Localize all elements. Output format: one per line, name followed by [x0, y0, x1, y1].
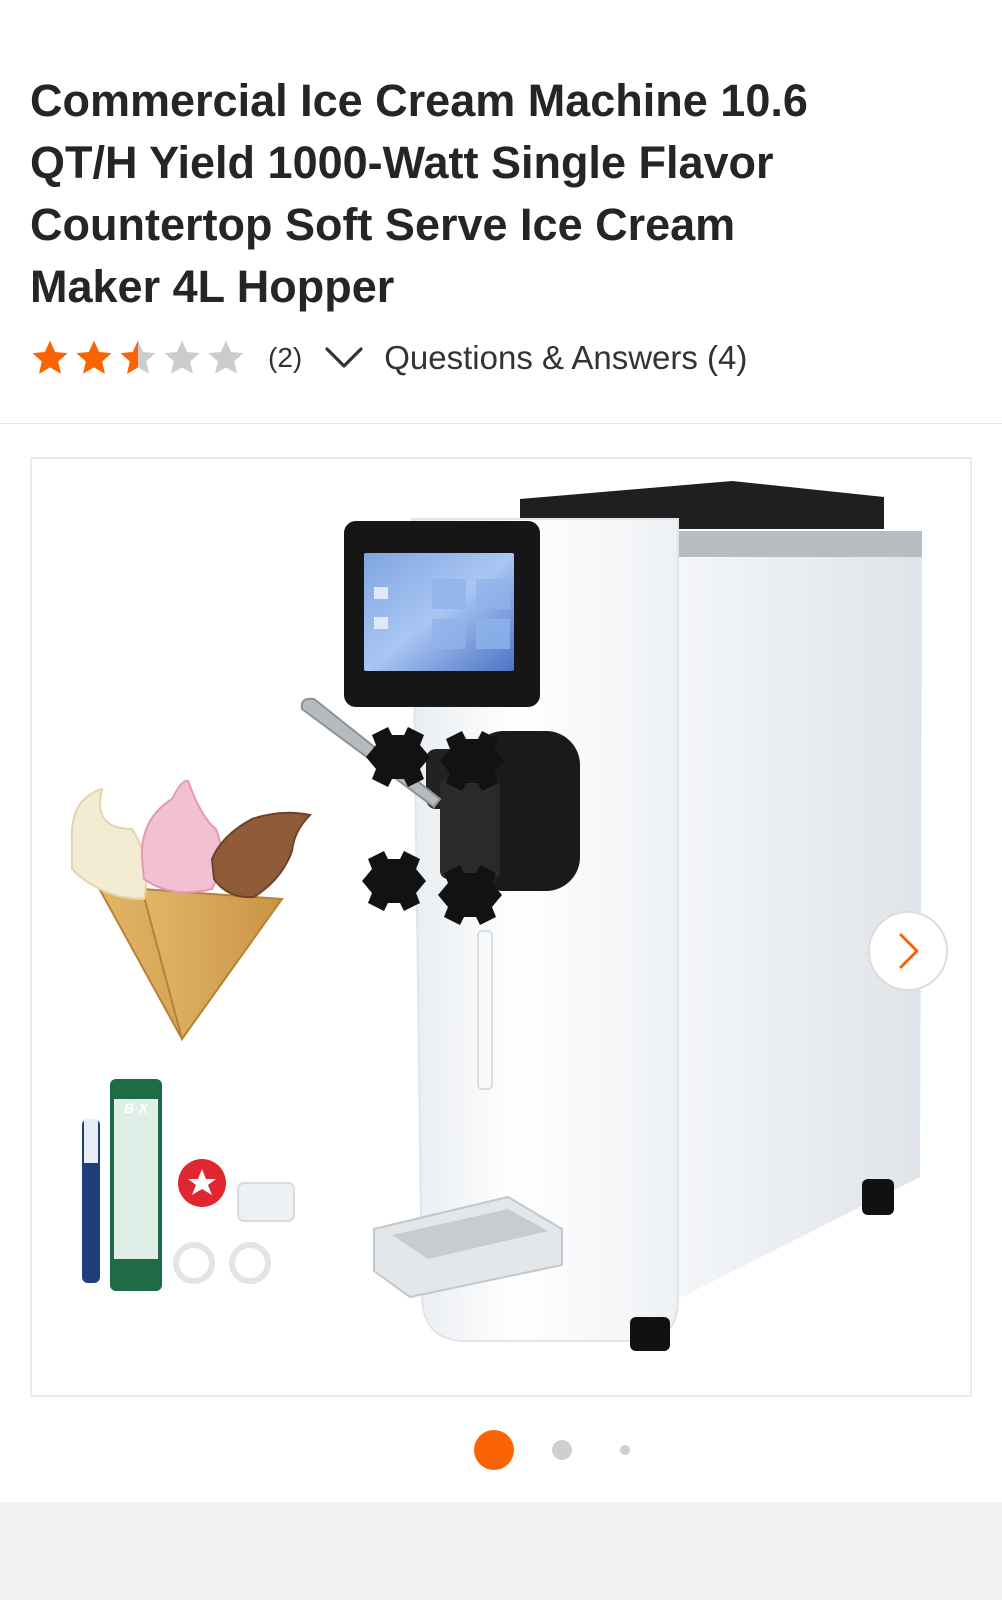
ice-cream-cones-illustration	[70, 779, 313, 1042]
star-icon-full	[76, 340, 112, 374]
carousel-dot[interactable]	[620, 1445, 630, 1455]
chevron-right-icon	[899, 933, 919, 969]
section-divider	[0, 423, 1002, 424]
star-icon-half	[120, 340, 156, 374]
foot	[630, 1317, 670, 1351]
product-image: B·X	[70, 481, 922, 1351]
accessories-illustration: B·X	[82, 1079, 295, 1291]
foot	[862, 1179, 894, 1215]
top-trim	[678, 531, 922, 557]
star-icon-full	[32, 340, 68, 374]
review-count-link[interactable]: (2)	[268, 342, 302, 374]
carousel-dot-active[interactable]	[474, 1430, 514, 1470]
star-rating[interactable]	[30, 338, 250, 378]
product-image-carousel[interactable]: B·X	[30, 457, 972, 1397]
product-page: Commercial Ice Cream Machine 10.6 QT/H Y…	[0, 0, 1002, 1600]
star-icon-empty	[208, 340, 244, 374]
star-icon-empty	[164, 340, 200, 374]
product-title: Commercial Ice Cream Machine 10.6 QT/H Y…	[30, 75, 808, 312]
carousel-pagination[interactable]	[0, 1428, 1002, 1472]
chevron-down-icon[interactable]	[324, 343, 364, 373]
questions-answers-link[interactable]: Questions & Answers (4)	[384, 339, 747, 377]
rating-row[interactable]: (2) Questions & Answers (4)	[30, 336, 747, 380]
next-image-button[interactable]	[868, 911, 948, 991]
tube-brand-label: B·X	[124, 1100, 150, 1116]
carousel-dot[interactable]	[552, 1440, 572, 1460]
product-card: Commercial Ice Cream Machine 10.6 QT/H Y…	[0, 0, 1002, 1502]
